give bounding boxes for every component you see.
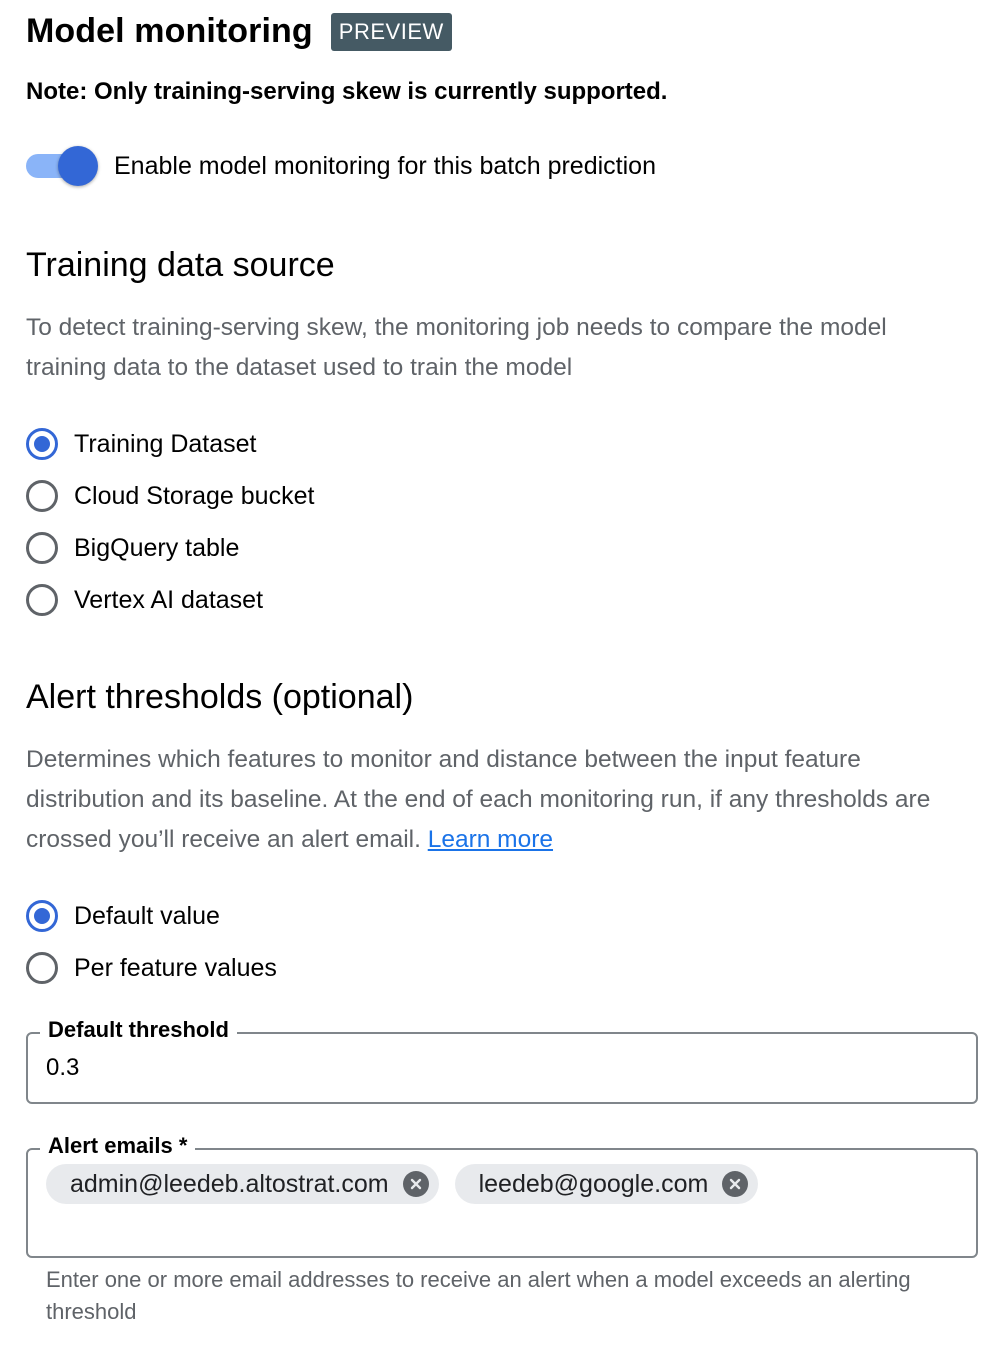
alert-thresholds-heading: Alert thresholds (optional) bbox=[26, 678, 414, 716]
radio-label: Default value bbox=[74, 901, 220, 930]
enable-monitoring-toggle[interactable] bbox=[26, 146, 98, 186]
preview-badge: PREVIEW bbox=[330, 12, 452, 51]
remove-chip-icon[interactable] bbox=[722, 1171, 749, 1197]
alert-emails-helper-text: Enter one or more email addresses to rec… bbox=[46, 1267, 911, 1324]
remove-chip-icon[interactable] bbox=[402, 1171, 429, 1197]
default-threshold-input[interactable]: 0.3 bbox=[46, 1054, 79, 1082]
enable-monitoring-row: Enable model monitoring for this batch p… bbox=[26, 146, 656, 186]
model-monitoring-panel: Model monitoring PREVIEW Note: Only trai… bbox=[0, 0, 992, 1350]
radio-training-dataset[interactable]: Training Dataset bbox=[26, 428, 257, 460]
radio-unselected-icon[interactable] bbox=[26, 532, 58, 564]
email-chips: admin@leedeb.altostrat.com leedeb@google… bbox=[46, 1164, 774, 1204]
alert-thresholds-description: Determines which features to monitor and… bbox=[26, 740, 966, 860]
toggle-thumb bbox=[58, 146, 98, 186]
default-threshold-label: Default threshold bbox=[40, 1017, 237, 1043]
radio-unselected-icon[interactable] bbox=[26, 480, 58, 512]
page-title: Model monitoring bbox=[26, 12, 313, 50]
radio-default-value[interactable]: Default value bbox=[26, 900, 220, 932]
support-note: Note: Only training-serving skew is curr… bbox=[26, 78, 668, 105]
email-chip[interactable]: leedeb@google.com bbox=[454, 1164, 759, 1204]
radio-cloud-storage-bucket[interactable]: Cloud Storage bucket bbox=[26, 480, 314, 512]
alert-emails-field[interactable]: Alert emails * admin@leedeb.altostrat.co… bbox=[26, 1133, 978, 1258]
default-threshold-field[interactable]: Default threshold 0.3 bbox=[26, 1017, 978, 1104]
training-data-source-heading: Training data source bbox=[26, 246, 335, 284]
learn-more-link[interactable]: Learn more bbox=[428, 826, 553, 853]
radio-bigquery-table[interactable]: BigQuery table bbox=[26, 532, 239, 564]
radio-selected-icon[interactable] bbox=[26, 900, 58, 932]
header: Model monitoring PREVIEW bbox=[26, 12, 452, 51]
radio-label: Training Dataset bbox=[74, 429, 257, 458]
email-chip[interactable]: admin@leedeb.altostrat.com bbox=[46, 1164, 439, 1204]
email-chip-label: leedeb@google.com bbox=[478, 1169, 709, 1198]
alert-emails-label: Alert emails * bbox=[40, 1133, 196, 1159]
radio-label: BigQuery table bbox=[74, 533, 240, 562]
radio-label: Cloud Storage bucket bbox=[74, 481, 315, 510]
radio-unselected-icon[interactable] bbox=[26, 952, 58, 984]
radio-unselected-icon[interactable] bbox=[26, 584, 58, 616]
radio-label: Vertex AI dataset bbox=[74, 585, 264, 614]
radio-per-feature-values[interactable]: Per feature values bbox=[26, 952, 277, 984]
radio-vertex-ai-dataset[interactable]: Vertex AI dataset bbox=[26, 584, 263, 616]
radio-selected-icon[interactable] bbox=[26, 428, 58, 460]
radio-label: Per feature values bbox=[74, 953, 277, 982]
enable-monitoring-label: Enable model monitoring for this batch p… bbox=[114, 151, 656, 180]
training-data-source-description: To detect training-serving skew, the mon… bbox=[26, 314, 887, 381]
email-chip-label: admin@leedeb.altostrat.com bbox=[70, 1169, 389, 1198]
